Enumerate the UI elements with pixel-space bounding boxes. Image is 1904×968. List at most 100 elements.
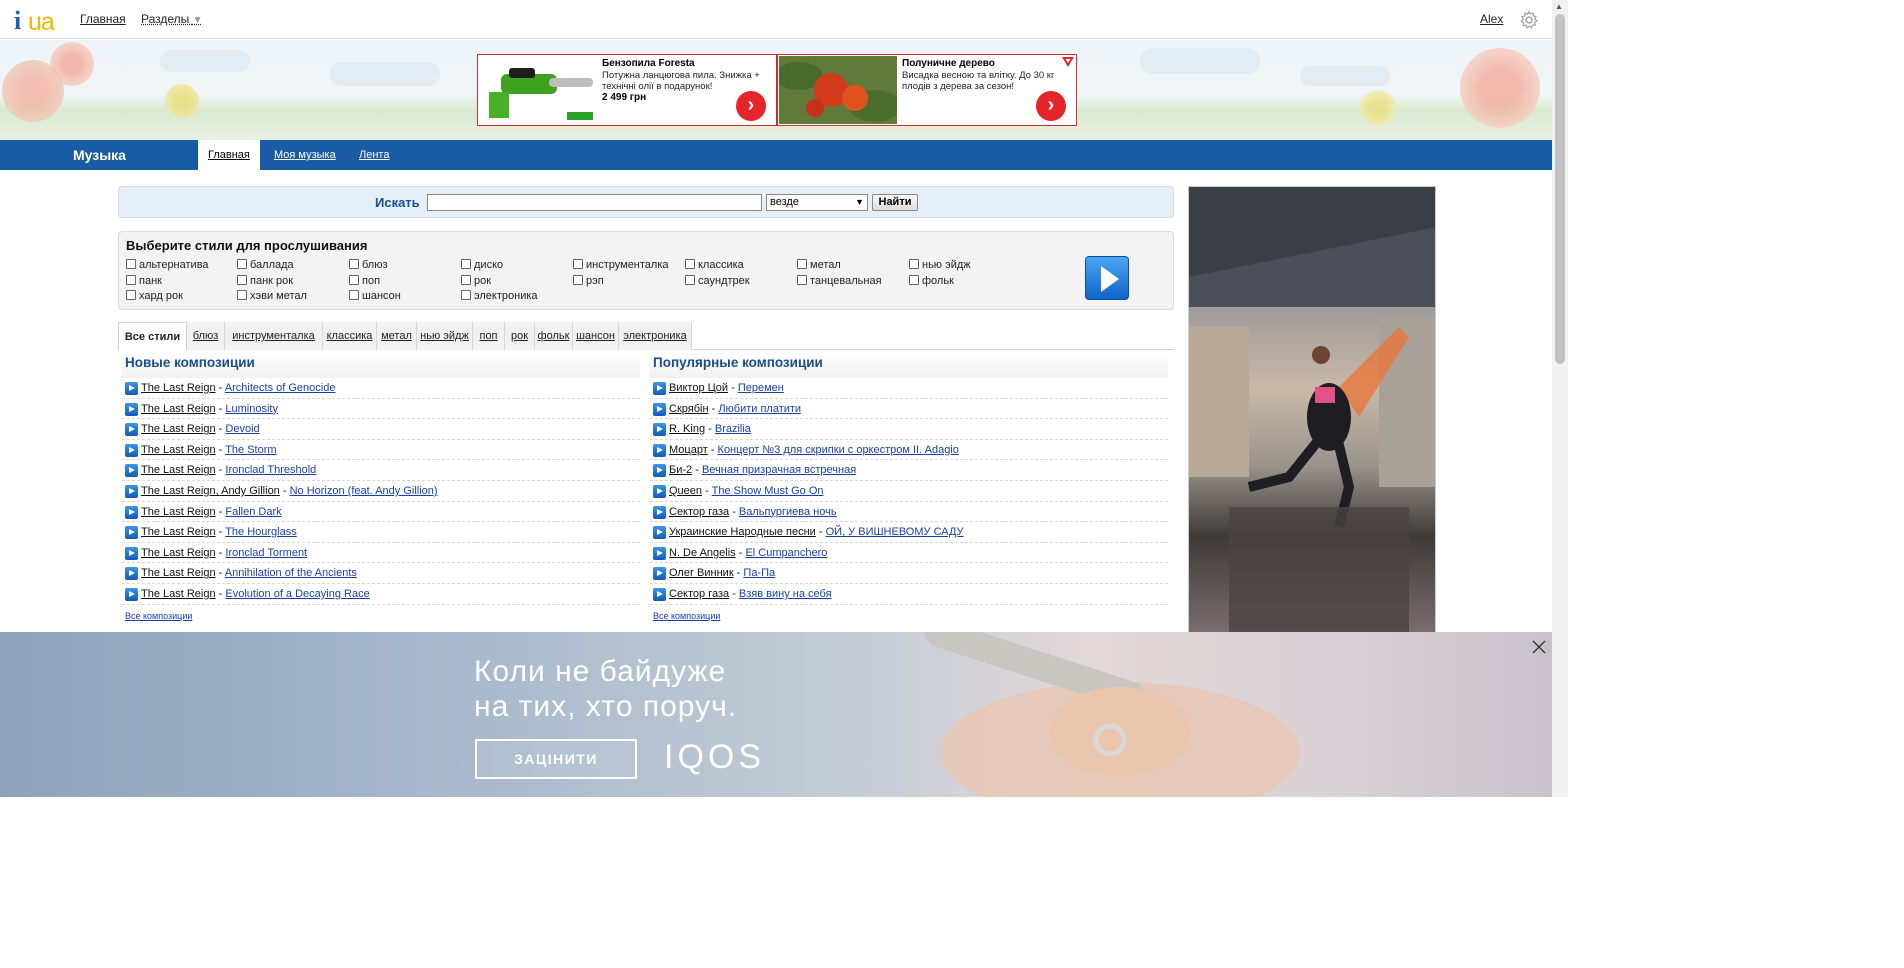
artist-link[interactable]: The Last Reign [141, 567, 216, 579]
play-icon[interactable] [653, 484, 666, 498]
artist-link[interactable]: The Last Reign [141, 423, 216, 435]
song-link[interactable]: The Storm [225, 444, 276, 456]
search-scope-select[interactable]: везде ▼ [766, 194, 868, 211]
artist-link[interactable]: The Last Reign [141, 588, 216, 600]
artist-link[interactable]: The Last Reign [141, 526, 216, 538]
song-link[interactable]: Ironclad Threshold [225, 464, 316, 476]
song-link[interactable]: Fallen Dark [225, 506, 281, 518]
song-link[interactable]: Вальпургиева ночь [739, 506, 837, 518]
tab-my-music[interactable]: Моя музыка [264, 140, 346, 170]
song-link[interactable]: Architects of Genocide [225, 382, 336, 394]
checkbox-box[interactable] [126, 275, 136, 285]
style-checkbox[interactable]: нью эйдж [909, 259, 971, 271]
artist-link[interactable]: The Last Reign [141, 444, 216, 456]
genre-tab[interactable]: инструменталка [225, 322, 323, 350]
play-styles-button[interactable] [1085, 256, 1129, 300]
genre-tab[interactable]: блюз [187, 322, 225, 350]
tab-home[interactable]: Главная [198, 140, 260, 170]
artist-link[interactable]: The Last Reign [141, 547, 216, 559]
style-checkbox[interactable]: альтернатива [126, 259, 209, 271]
artist-link[interactable]: R. King [669, 423, 705, 435]
style-checkbox[interactable]: инструменталка [573, 259, 669, 271]
play-icon[interactable] [125, 546, 138, 560]
gear-icon[interactable] [1519, 10, 1539, 30]
bottom-sticky-ad[interactable]: Коли не байдуже на тих, хто поруч. ЗАЦІН… [0, 632, 1552, 797]
ad-choices-icon[interactable] [1062, 57, 1074, 67]
checkbox-box[interactable] [685, 275, 695, 285]
user-name-link[interactable]: Alex [1480, 12, 1503, 26]
play-icon[interactable] [125, 484, 138, 498]
style-checkbox[interactable]: блюз [349, 259, 388, 271]
all-popular-tracks-link[interactable]: Все композиции [650, 611, 720, 621]
artist-link[interactable]: The Last Reign [141, 464, 216, 476]
checkbox-box[interactable] [909, 259, 919, 269]
play-icon[interactable] [125, 567, 138, 581]
checkbox-box[interactable] [573, 275, 583, 285]
play-icon[interactable] [653, 567, 666, 581]
play-icon[interactable] [653, 443, 666, 457]
search-input[interactable] [427, 194, 762, 211]
play-icon[interactable] [653, 526, 666, 540]
side-ad-runner-image[interactable] [1188, 186, 1436, 636]
artist-link[interactable]: The Last Reign [141, 506, 216, 518]
artist-link[interactable]: Украинские Народные песни [669, 526, 816, 538]
checkbox-box[interactable] [126, 290, 136, 300]
song-link[interactable]: Любити платити [718, 403, 801, 415]
song-link[interactable]: The Hourglass [225, 526, 297, 538]
style-checkbox[interactable]: классика [685, 259, 744, 271]
checkbox-box[interactable] [349, 259, 359, 269]
play-icon[interactable] [653, 382, 666, 395]
scroll-up-icon[interactable]: ▲ [1555, 2, 1563, 11]
style-checkbox[interactable]: электроника [461, 290, 538, 302]
artist-link[interactable]: Сектор газа [669, 506, 729, 518]
song-link[interactable]: Ironclad Torment [225, 547, 307, 559]
style-checkbox[interactable]: хэви метал [237, 290, 307, 302]
page-scrollbar[interactable]: ▲ [1552, 0, 1568, 797]
checkbox-box[interactable] [349, 290, 359, 300]
genre-tab[interactable]: классика [323, 322, 377, 350]
play-icon[interactable] [125, 526, 138, 540]
genre-tab[interactable]: электроника [619, 322, 692, 350]
genre-tab[interactable]: метал [377, 322, 417, 350]
checkbox-box[interactable] [573, 259, 583, 269]
song-link[interactable]: No Horizon (feat. Andy Gillion) [290, 485, 438, 497]
genre-tab[interactable]: Все стили [118, 322, 187, 351]
checkbox-box[interactable] [461, 275, 471, 285]
checkbox-box[interactable] [797, 275, 807, 285]
bottom-ad-cta-button[interactable]: ЗАЦІНИТИ [475, 739, 637, 779]
play-icon[interactable] [125, 382, 138, 395]
song-link[interactable]: Вечная призрачная встречная [702, 464, 856, 476]
checkbox-box[interactable] [237, 290, 247, 300]
checkbox-box[interactable] [461, 290, 471, 300]
play-icon[interactable] [653, 464, 666, 478]
song-link[interactable]: Annihilation of the Ancients [225, 567, 357, 579]
style-checkbox[interactable]: рок [461, 275, 491, 287]
song-link[interactable]: Взяв вину на себя [739, 588, 832, 600]
style-checkbox[interactable]: метал [797, 259, 841, 271]
artist-link[interactable]: Сектор газа [669, 588, 729, 600]
style-checkbox[interactable]: баллада [237, 259, 294, 271]
style-checkbox[interactable]: диско [461, 259, 503, 271]
all-new-tracks-link[interactable]: Все композиции [122, 611, 192, 621]
play-icon[interactable] [125, 464, 138, 478]
checkbox-box[interactable] [126, 259, 136, 269]
checkbox-box[interactable] [349, 275, 359, 285]
play-icon[interactable] [125, 402, 138, 416]
style-checkbox[interactable]: панк [126, 275, 162, 287]
banner-ad-chainsaw[interactable]: Бензопила Foresta Потужна ланцюгова пила… [477, 54, 777, 126]
ad-go-arrow-icon[interactable]: › [736, 91, 766, 121]
style-checkbox[interactable]: рэп [573, 275, 604, 287]
artist-link[interactable]: Queen [669, 485, 702, 497]
artist-link[interactable]: The Last Reign, Andy Gillion [141, 485, 280, 497]
song-link[interactable]: Перемен [738, 382, 784, 394]
genre-tab[interactable]: рок [505, 322, 535, 350]
nav-sections-menu[interactable]: Разделы ▼ [141, 12, 203, 26]
song-link[interactable]: Evolution of a Decaying Race [225, 588, 369, 600]
play-icon[interactable] [125, 587, 138, 601]
genre-tab[interactable]: фольк [535, 322, 573, 350]
checkbox-box[interactable] [797, 259, 807, 269]
tab-feed[interactable]: Лента [349, 140, 399, 170]
play-icon[interactable] [653, 546, 666, 560]
scrollbar-thumb[interactable] [1555, 14, 1565, 364]
banner-ad-tree[interactable]: Полуничне дерево Висадка весною та влітк… [777, 54, 1077, 126]
